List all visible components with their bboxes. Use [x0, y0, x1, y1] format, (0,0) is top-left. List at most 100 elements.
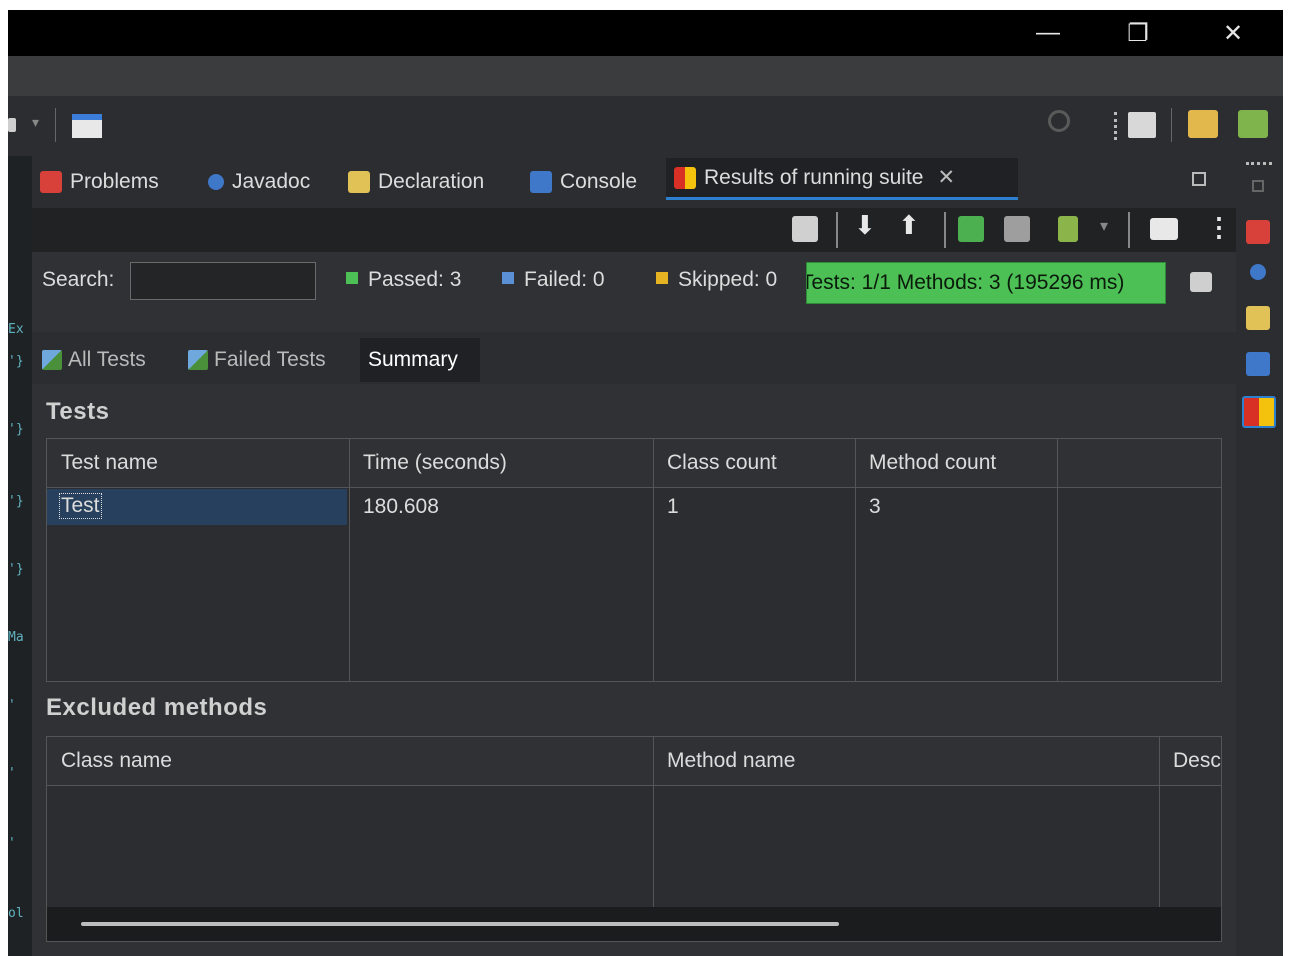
testng-icon	[674, 166, 696, 189]
stop-icon[interactable]	[1190, 272, 1212, 292]
main-toolbar: ▾	[8, 96, 1283, 156]
search-label: Search:	[42, 268, 115, 291]
passed-icon	[346, 272, 358, 285]
new-window-icon[interactable]	[72, 114, 102, 138]
layout-icon[interactable]	[1150, 218, 1178, 240]
passed-counter[interactable]: Passed: 3	[346, 268, 461, 292]
declaration-icon[interactable]	[1246, 306, 1270, 330]
tab-label: Declaration	[378, 170, 485, 193]
test-name-cell[interactable]: Test	[59, 493, 102, 519]
tab-label: Results of running suite	[704, 165, 924, 189]
excluded-methods-table: Class name Method name Desc	[46, 736, 1222, 942]
column-header[interactable]: Time (seconds)	[363, 451, 507, 475]
summary-panel: Tests Test name Time (seconds) Class cou…	[32, 384, 1236, 956]
restore-view-icon[interactable]	[1192, 172, 1206, 186]
subtab-label: All Tests	[68, 348, 146, 371]
debug-perspective-icon[interactable]	[1238, 110, 1268, 138]
column-header[interactable]: Method name	[667, 749, 795, 773]
javadoc-icon[interactable]	[1250, 264, 1266, 280]
tab-label: Problems	[70, 170, 159, 193]
column-header[interactable]: Class count	[667, 451, 777, 475]
next-failure-icon[interactable]: ⬇	[854, 210, 876, 241]
filter-row: Search: Passed: 3 Failed: 0 Skipped: 0 T…	[32, 252, 1236, 332]
tab-problems[interactable]: Problems	[40, 164, 159, 200]
tab-label: Console	[560, 170, 638, 193]
minimize-button[interactable]: —	[1018, 10, 1078, 56]
tab-results[interactable]: Results of running suite ✕	[666, 158, 1018, 200]
scrollbar-thumb[interactable]	[81, 922, 839, 926]
column-header[interactable]: Test name	[61, 451, 158, 475]
failed-tests-icon	[188, 350, 208, 370]
table-column	[349, 439, 654, 681]
tab-declaration[interactable]: Declaration	[348, 164, 484, 200]
table-column	[47, 439, 350, 681]
open-perspective-icon[interactable]	[1128, 112, 1156, 138]
tab-all-tests[interactable]: All Tests	[42, 338, 146, 382]
table-column	[855, 439, 1058, 681]
progress-text: Tests: 1/1 Methods: 3 (195296 ms)	[806, 271, 1125, 294]
tests-section-title: Tests	[46, 398, 110, 425]
tab-label: Javadoc	[232, 170, 311, 193]
tab-javadoc[interactable]: Javadoc	[208, 164, 310, 200]
toolbar-grip	[1246, 162, 1272, 167]
chevron-down-icon[interactable]: ▾	[1100, 216, 1108, 236]
close-tab-icon[interactable]: ✕	[937, 165, 955, 190]
subtab-label: Failed Tests	[214, 348, 326, 371]
testng-view: Problems Javadoc Declaration Console Res…	[32, 156, 1236, 956]
toolbar-separator	[1171, 108, 1172, 142]
java-perspective-icon[interactable]	[1188, 110, 1218, 138]
rerun-icon[interactable]	[958, 216, 984, 242]
column-header[interactable]: Desc	[1173, 749, 1221, 773]
excluded-section-title: Excluded methods	[46, 694, 268, 721]
toolbar-separator	[1128, 212, 1130, 248]
time-cell[interactable]: 180.608	[363, 495, 439, 519]
minimized-views-bar	[1236, 156, 1283, 956]
tab-console[interactable]: Console	[530, 164, 637, 200]
toolbar-separator	[944, 212, 946, 248]
chevron-down-icon[interactable]: ▾	[32, 114, 44, 134]
failed-icon	[502, 272, 514, 285]
skipped-icon	[656, 272, 668, 285]
progress-bar: Tests: 1/1 Methods: 3 (195296 ms)	[806, 262, 1166, 304]
javadoc-icon	[208, 174, 224, 190]
copy-icon[interactable]	[792, 216, 818, 242]
class-count-cell[interactable]: 1	[667, 495, 679, 519]
skipped-counter[interactable]: Skipped: 0	[656, 268, 777, 292]
search-input[interactable]	[130, 262, 316, 300]
declaration-icon	[348, 171, 370, 193]
passed-label: Passed: 3	[368, 268, 462, 291]
console-icon	[530, 171, 552, 193]
testng-icon[interactable]	[1242, 396, 1276, 428]
previous-failure-icon[interactable]: ⬆	[898, 210, 920, 241]
toolbar-dropdown-icon[interactable]	[8, 118, 16, 132]
table-column	[653, 439, 856, 681]
history-icon[interactable]	[1058, 216, 1078, 242]
subtab-label: Summary	[368, 348, 458, 371]
console-icon[interactable]	[1246, 352, 1270, 376]
toolbar-separator	[55, 108, 56, 142]
search-icon[interactable]	[1048, 110, 1070, 132]
problems-icon[interactable]	[1246, 220, 1270, 244]
tests-table: Test name Time (seconds) Class count Met…	[46, 438, 1222, 682]
tab-summary[interactable]: Summary	[360, 338, 480, 382]
failed-counter[interactable]: Failed: 0	[502, 268, 605, 292]
restore-button[interactable]: ❐	[1108, 10, 1168, 56]
view-toolbar: ⬇ ⬆ ▾ ⋮	[32, 208, 1236, 252]
editor-gutter: Ex '} '} '} '} Ma ' ' ' ol	[8, 156, 32, 956]
menu-bar	[8, 56, 1283, 96]
rerun-failed-icon[interactable]	[1004, 216, 1030, 242]
column-header[interactable]: Class name	[61, 749, 172, 773]
problems-icon	[40, 171, 62, 193]
method-count-cell[interactable]: 3	[869, 495, 881, 519]
tab-failed-tests[interactable]: Failed Tests	[188, 338, 326, 382]
close-window-button[interactable]: ✕	[1203, 10, 1263, 56]
column-header[interactable]: Method count	[869, 451, 996, 475]
title-bar: — ❐ ✕	[8, 10, 1283, 56]
view-menu-icon[interactable]: ⋮	[1206, 212, 1232, 243]
all-tests-icon	[42, 350, 62, 370]
restore-view-icon[interactable]	[1252, 180, 1264, 192]
result-subtabs: All Tests Failed Tests Summary	[32, 332, 1236, 384]
view-tab-bar: Problems Javadoc Declaration Console Res…	[32, 156, 1236, 208]
toolbar-separator	[836, 212, 838, 248]
toolbar-grip	[1114, 112, 1121, 140]
